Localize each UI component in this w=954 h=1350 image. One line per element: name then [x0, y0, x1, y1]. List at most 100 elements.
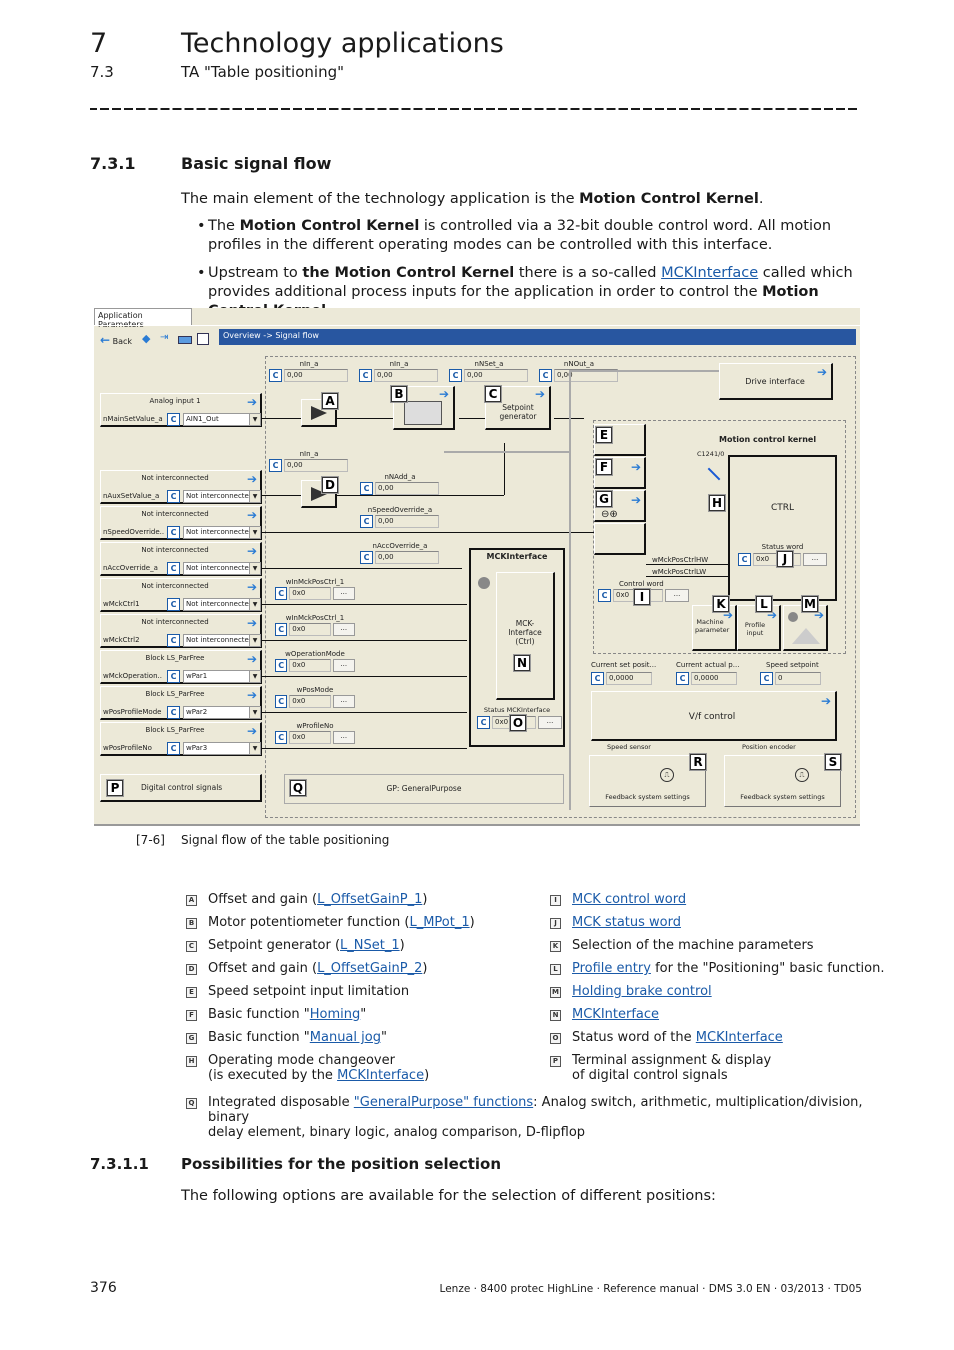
card-icon[interactable] — [178, 336, 192, 344]
chevron-down-icon[interactable]: ▼ — [249, 671, 260, 682]
c-button[interactable]: C — [360, 482, 373, 495]
arrow-right-icon[interactable]: ➔ — [247, 580, 257, 594]
block-drive-interface[interactable]: Drive interface ➔ — [719, 363, 833, 400]
legend-link[interactable]: L_OffsetGainP_1 — [317, 892, 422, 907]
input-select[interactable]: wPar3 ▼ — [183, 742, 261, 755]
legend-link[interactable]: L_NSet_1 — [340, 938, 400, 953]
legend-link[interactable]: Profile entry — [572, 961, 651, 976]
input-select[interactable]: AIN1_Out ▼ — [183, 413, 261, 426]
c-button[interactable]: C — [275, 731, 288, 744]
c-button[interactable]: C — [738, 553, 751, 566]
setpoint-generator-label: Setpoint generator — [499, 403, 537, 421]
select-value: AIN1_Out — [186, 415, 219, 423]
input-select[interactable]: Not interconnecte ▼ — [183, 526, 261, 539]
arrow-right-icon[interactable]: ➔ — [247, 395, 257, 409]
c-button[interactable]: C — [275, 587, 288, 600]
c-button[interactable]: C — [167, 670, 180, 683]
arrow-right-icon[interactable]: ➔ — [535, 387, 545, 401]
arrow-right-icon[interactable]: ➔ — [247, 508, 257, 522]
block-general-purpose[interactable]: GP: GeneralPurpose — [284, 774, 564, 804]
c-button[interactable]: C — [449, 369, 462, 382]
c-button[interactable]: C — [275, 623, 288, 636]
legend-link[interactable]: L_MPot_1 — [409, 915, 469, 930]
c-button[interactable]: C — [167, 562, 180, 575]
c-button[interactable]: C — [167, 490, 180, 503]
legend-link[interactable]: Holding brake control — [572, 984, 712, 999]
chevron-down-icon[interactable]: ▼ — [249, 527, 260, 538]
arrow-right-icon[interactable]: ➔ — [247, 652, 257, 666]
input-select[interactable]: Not interconnecte ▼ — [183, 490, 261, 503]
arrow-right-icon[interactable]: ➔ — [247, 724, 257, 738]
chevron-down-icon[interactable]: ▼ — [249, 599, 260, 610]
c-button[interactable]: C — [167, 413, 180, 426]
arrow-right-icon[interactable]: ➔ — [439, 387, 449, 401]
c-button[interactable]: C — [275, 695, 288, 708]
c-button[interactable]: C — [167, 742, 180, 755]
c-button[interactable]: C — [167, 598, 180, 611]
arrow-right-icon[interactable]: ➔ — [817, 365, 827, 379]
arrow-right-icon[interactable]: ➔ — [821, 694, 831, 708]
c-button[interactable]: C — [167, 706, 180, 719]
legend-link[interactable]: MCKInterface — [337, 1068, 424, 1083]
more-button[interactable]: ... — [332, 623, 356, 636]
c-button[interactable]: C — [591, 672, 604, 685]
back-button[interactable]: ← Back — [100, 333, 132, 347]
c-button[interactable]: C — [269, 459, 282, 472]
legend-link[interactable]: MCK control word — [572, 892, 686, 907]
arrow-right-icon[interactable]: ➔ — [247, 472, 257, 486]
arrow-right-icon[interactable]: ➔ — [631, 460, 641, 474]
legend-link[interactable]: MCK status word — [572, 915, 681, 930]
block-vf-control[interactable]: V/f control ➔ — [591, 691, 837, 741]
legend-link[interactable]: L_OffsetGainP_2 — [317, 961, 422, 976]
c-button[interactable]: C — [477, 716, 490, 729]
c-button[interactable]: C — [359, 369, 372, 382]
legend-link[interactable]: Homing — [310, 1007, 361, 1022]
properties-icon[interactable] — [197, 333, 209, 345]
block-profile-slider[interactable] — [594, 523, 646, 555]
c-button[interactable]: C — [275, 659, 288, 672]
more-button[interactable]: ... — [332, 587, 356, 600]
more-button[interactable]: ... — [538, 716, 562, 729]
input-select[interactable]: wPar2 ▼ — [183, 706, 261, 719]
arrow-right-icon[interactable]: ➔ — [631, 493, 641, 507]
c-button[interactable]: C — [360, 551, 373, 564]
arrow-right-icon[interactable]: ➔ — [247, 616, 257, 630]
arrow-right-icon[interactable]: ➔ — [247, 688, 257, 702]
block-feedback-speed[interactable]: Feedback system settings ⎍ — [589, 755, 706, 807]
chevron-down-icon[interactable]: ▼ — [249, 563, 260, 574]
tab-application-parameters[interactable]: Application Parameters — [94, 308, 192, 329]
c-button[interactable]: C — [760, 672, 773, 685]
c-button[interactable]: C — [269, 369, 282, 382]
arrow-right-icon[interactable]: ➔ — [247, 544, 257, 558]
block-motion-control-kernel[interactable]: CTRL Status word C 0x0 ... — [728, 455, 837, 601]
c-button[interactable]: C — [676, 672, 689, 685]
legend-link[interactable]: MCKInterface — [572, 1007, 659, 1022]
chevron-down-icon[interactable]: ▼ — [249, 414, 260, 425]
navigate-icon[interactable]: ◆ — [142, 332, 150, 345]
more-button[interactable]: ... — [332, 695, 356, 708]
legend-link[interactable]: MCKInterface — [696, 1030, 783, 1045]
chevron-down-icon[interactable]: ▼ — [249, 491, 260, 502]
legend-link[interactable]: "GeneralPurpose" functions — [354, 1095, 533, 1110]
import-icon[interactable]: ⇥ — [160, 332, 168, 343]
c-button[interactable]: C — [167, 526, 180, 539]
block-feedback-position[interactable]: Feedback system settings ⎍ — [724, 755, 841, 807]
c-button[interactable]: C — [167, 634, 180, 647]
legend-link[interactable]: Manual jog — [310, 1030, 381, 1045]
c-button[interactable]: C — [360, 515, 373, 528]
input-select[interactable]: Not interconnecte ▼ — [183, 598, 261, 611]
input-select[interactable]: wPar1 ▼ — [183, 670, 261, 683]
chevron-down-icon[interactable]: ▼ — [249, 635, 260, 646]
input-select[interactable]: Not interconnecte ▼ — [183, 634, 261, 647]
mckinterface-link[interactable]: MCKInterface — [661, 265, 758, 281]
more-button[interactable]: ... — [332, 731, 356, 744]
chevron-down-icon[interactable]: ▼ — [249, 743, 260, 754]
more-button[interactable]: ... — [665, 589, 689, 602]
more-button[interactable]: ... — [332, 659, 356, 672]
c-button[interactable]: C — [598, 589, 611, 602]
input-select[interactable]: Not interconnecte ▼ — [183, 562, 261, 575]
more-button[interactable]: ... — [803, 553, 827, 566]
chevron-down-icon[interactable]: ▼ — [249, 707, 260, 718]
c-button[interactable]: C — [539, 369, 552, 382]
block-digital-control-signals[interactable]: Digital control signals — [100, 774, 262, 802]
